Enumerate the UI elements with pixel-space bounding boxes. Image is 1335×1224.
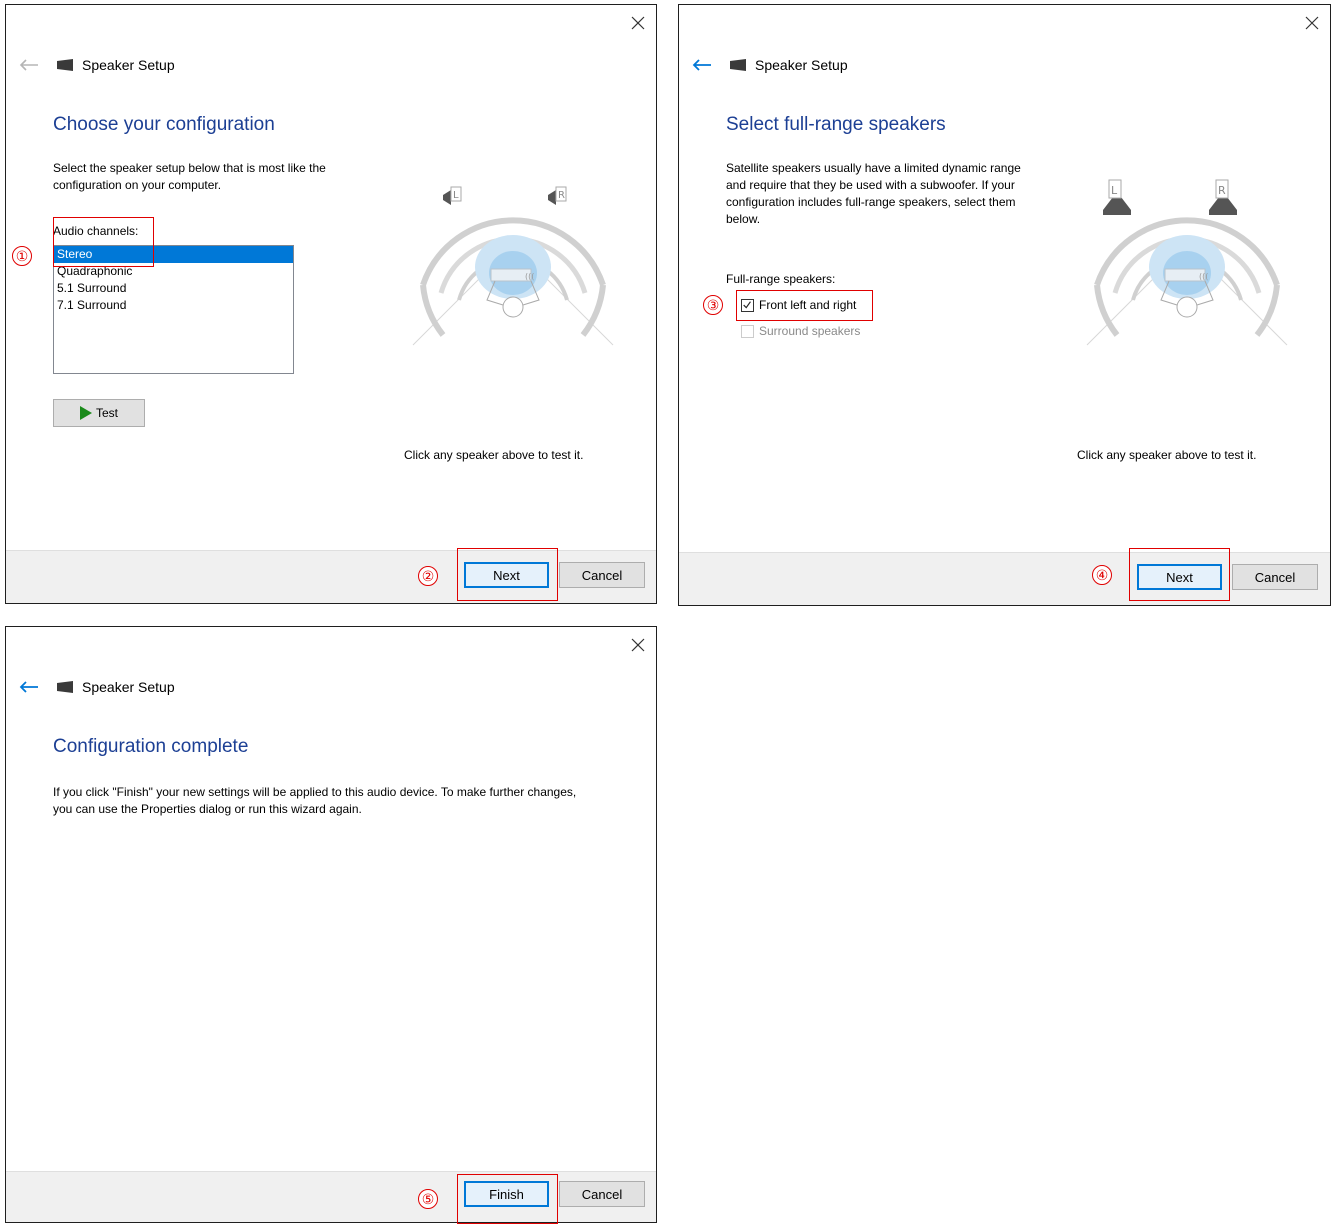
svg-text:(((: ((( (1199, 272, 1208, 281)
speaker-device-icon (730, 59, 746, 71)
step-marker-2: ② (418, 566, 438, 586)
speaker-label-right: R (558, 190, 565, 201)
list-item-7-1-surround[interactable]: 7.1 Surround (54, 297, 293, 314)
play-icon (79, 406, 92, 420)
test-button-label: Test (95, 406, 118, 420)
close-icon[interactable] (630, 15, 646, 31)
annotation-box-next (1129, 548, 1230, 601)
dialog-footer: Finish Cancel (6, 1171, 656, 1222)
speaker-label-left: L (453, 190, 459, 201)
speaker-device-icon (57, 681, 73, 693)
full-range-speakers-label: Full-range speakers: (726, 272, 836, 286)
window-title: Speaker Setup (82, 57, 175, 73)
step-marker-5: ⑤ (418, 1189, 438, 1209)
step-marker-4: ④ (1092, 565, 1112, 585)
page-description: Satellite speakers usually have a limite… (726, 161, 1021, 226)
close-icon[interactable] (630, 637, 646, 653)
page-heading: Select full-range speakers (726, 114, 946, 135)
dialog-footer: Next Cancel (6, 550, 656, 603)
speaker-device-icon (57, 59, 73, 71)
test-button[interactable]: Test (53, 399, 145, 427)
page-description: Select the speaker setup below that is m… (53, 161, 326, 192)
page-description: If you click "Finish" your new settings … (53, 785, 577, 816)
dialog-footer: Next Cancel (679, 552, 1330, 605)
cancel-button[interactable]: Cancel (559, 1181, 645, 1207)
speaker-label-left: L (1111, 184, 1118, 197)
step-marker-1: ① (12, 246, 32, 266)
list-item-5-1-surround[interactable]: 5.1 Surround (54, 280, 293, 297)
annotation-box-audio-channels (53, 217, 154, 267)
speaker-label-right: R (1218, 184, 1226, 197)
step-marker-3: ③ (703, 295, 723, 315)
page-heading: Configuration complete (53, 736, 249, 757)
surround-speakers-checkbox: Surround speakers (741, 324, 860, 338)
dialog-configuration-complete: Speaker Setup Configuration complete If … (5, 626, 657, 1224)
checkbox-disabled (741, 324, 754, 338)
surround-speakers-label: Surround speakers (759, 324, 861, 338)
annotation-box-finish (457, 1174, 558, 1224)
speaker-test-hint: Click any speaker above to test it. (1077, 448, 1257, 462)
close-icon[interactable] (1304, 15, 1320, 31)
annotation-box-front-left-right (736, 290, 873, 321)
back-arrow-icon[interactable] (18, 679, 40, 695)
back-arrow-icon[interactable] (691, 57, 713, 73)
back-arrow-icon[interactable] (18, 57, 40, 73)
speaker-diagram: ((( L R (412, 186, 614, 346)
svg-text:(((: ((( (525, 272, 534, 281)
window-title: Speaker Setup (755, 57, 848, 73)
speaker-test-hint: Click any speaker above to test it. (404, 448, 584, 462)
annotation-box-next (457, 548, 558, 601)
dialog-select-full-range-speakers: Speaker Setup Select full-range speakers… (678, 4, 1331, 606)
window-title: Speaker Setup (82, 679, 175, 695)
cancel-button[interactable]: Cancel (559, 562, 645, 588)
page-heading: Choose your configuration (53, 114, 275, 135)
dialog-choose-configuration: Speaker Setup Choose your configuration … (5, 4, 657, 604)
cancel-button[interactable]: Cancel (1232, 564, 1318, 590)
speaker-diagram: ((( L R (1086, 179, 1288, 346)
